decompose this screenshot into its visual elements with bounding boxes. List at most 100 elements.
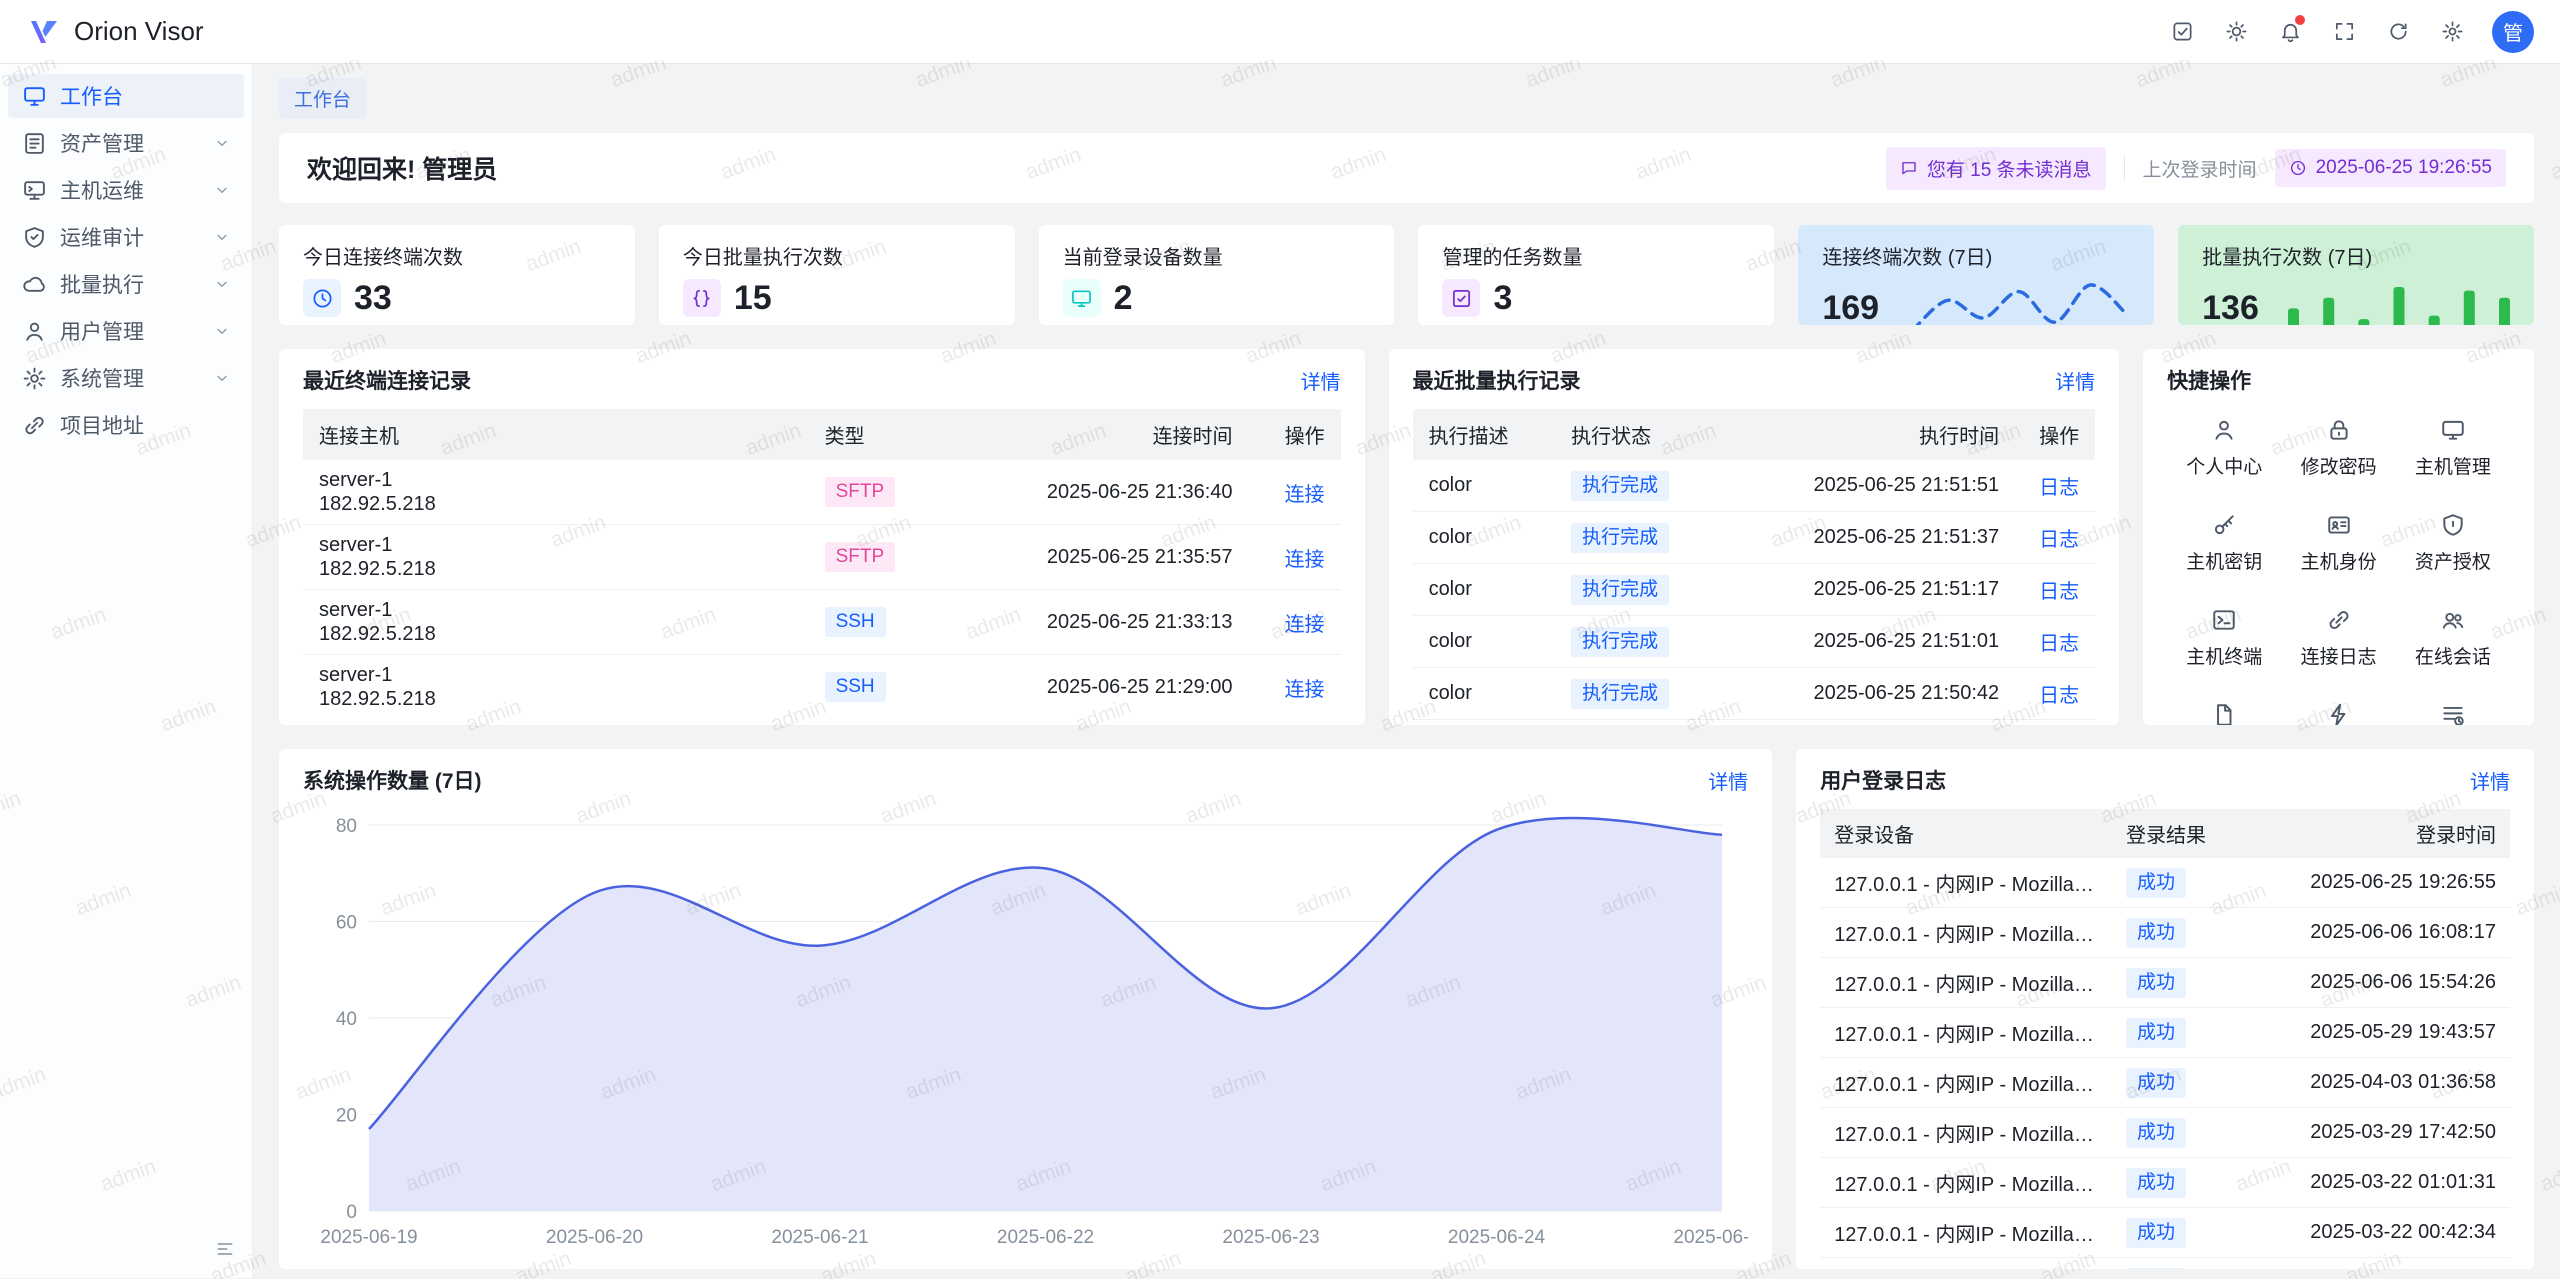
stat-card: 今日连接终端次数 33 [279,225,635,325]
key-icon [2211,512,2237,538]
table-row: 127.0.0.1 - 内网IP - Mozilla/5.0 (Windows … [1820,1008,2510,1058]
host-ops-icon [22,178,47,203]
quick-op-item[interactable]: 命令执行 [2281,702,2395,725]
quick-op-item[interactable]: 主机终端 [2167,607,2281,669]
result-tag: 成功 [2126,1068,2186,1098]
sidebar-item[interactable]: 项目地址 [8,403,244,447]
status-tag: 执行完成 [1571,679,1669,709]
host-ip: 182.92.5.218 [319,687,793,711]
quick-op-item[interactable]: 执行日志 [2396,702,2510,725]
sidebar-item[interactable]: 批量执行 [8,262,244,306]
recent-terminal-card: 最近终端连接记录 详情 连接主机 类型 连接时间 操作 [279,349,1365,725]
svg-text:2025-06-25: 2025-06-25 [1673,1227,1748,1248]
table-row: server-1 182.92.5.218 SSH 2025-06-25 21:… [303,655,1341,720]
sidebar-collapse-button[interactable] [210,1234,240,1264]
quick-op-item[interactable]: 修改密码 [2281,417,2395,479]
terminal-table: 连接主机 类型 连接时间 操作 server-1 182.92.5.218 [303,409,1341,719]
user-group-icon [2440,607,2466,633]
login-time: 2025-03-29 17:42:50 [2262,1108,2510,1158]
sun-icon [2225,20,2248,43]
assets-icon [22,131,47,156]
login-detail-link[interactable]: 详情 [2470,766,2510,795]
check-square-button[interactable] [2160,10,2204,54]
sidebar-item[interactable]: 主机运维 [8,168,244,212]
login-device: 127.0.0.1 - 内网IP - Mozilla/5.0 (Windows … [1820,1208,2112,1258]
check-square-icon [2171,20,2194,43]
batch-detail-link[interactable]: 详情 [2055,366,2095,395]
sidebar-item[interactable]: 工作台 [8,74,244,118]
stat-value: 15 [734,281,772,315]
exec-desc: color [1413,668,1556,720]
welcome-title: 欢迎回来! 管理员 [307,150,497,186]
terminal-detail-link[interactable]: 详情 [1301,366,1341,395]
sidebar-item[interactable]: 资产管理 [8,121,244,165]
stat-card-terminal-7d: 连接终端次数 (7日) 169 [1798,225,2154,325]
exec-desc: color [1413,720,1556,726]
quick-op-item[interactable]: 连接日志 [2281,607,2395,669]
log-link[interactable]: 日志 [2039,529,2079,551]
settings-button[interactable] [2430,10,2474,54]
breadcrumb: 工作台 [279,78,2534,119]
sidebar-item[interactable]: 系统管理 [8,356,244,400]
col-header: 连接时间 [949,409,1249,460]
sidebar-item-label: 项目地址 [60,410,144,440]
sidebar-item[interactable]: 运维审计 [8,215,244,259]
quick-op-item[interactable]: 主机密钥 [2167,512,2281,574]
connect-link[interactable]: 连接 [1285,679,1325,701]
table-header-row: 连接主机 类型 连接时间 操作 [303,409,1341,460]
quick-op-item[interactable]: 主机身份 [2281,512,2395,574]
exec-desc: color [1413,616,1556,668]
exec-desc: color [1413,512,1556,564]
quick-op-label: 修改密码 [2301,452,2377,479]
theme-toggle-button[interactable] [2214,10,2258,54]
col-header: 连接主机 [303,409,809,460]
login-time: 2025-03-22 00:42:34 [2262,1208,2510,1258]
stat-label: 当前登录设备数量 [1063,241,1371,270]
sidebar-item[interactable]: 用户管理 [8,309,244,353]
quick-op-item[interactable]: 主机管理 [2396,417,2510,479]
quick-op-item[interactable]: 个人中心 [2167,417,2281,479]
ops-chart-detail-link[interactable]: 详情 [1708,766,1748,795]
message-icon [1900,159,1918,177]
log-link[interactable]: 日志 [2039,477,2079,499]
lock-icon [2326,417,2352,443]
log-link[interactable]: 日志 [2039,581,2079,603]
table-row: color 执行完成 2025-06-25 21:50:10 日志 [1413,720,2096,726]
result-tag: 成功 [2126,1168,2186,1198]
quick-op-item[interactable]: 文件操作日志 [2167,702,2281,725]
user-avatar[interactable]: 管 [2492,11,2534,53]
quick-op-item[interactable]: 资产授权 [2396,512,2510,574]
notifications-button[interactable] [2268,10,2312,54]
login-table: 登录设备 登录结果 登录时间 127.0.0.1 - 内网IP - Mozill… [1820,809,2510,1269]
log-link[interactable]: 日志 [2039,685,2079,707]
unread-messages-badge[interactable]: 您有 15 条未读消息 [1886,147,2106,190]
last-login-label: 上次登录时间 [2143,155,2257,182]
login-time: 2025-06-06 16:08:17 [2262,908,2510,958]
connect-time: 2025-06-25 21:33:13 [949,590,1249,655]
fullscreen-button[interactable] [2322,10,2366,54]
breadcrumb-workbench[interactable]: 工作台 [279,78,366,119]
card-title: 快捷操作 [2167,365,2251,395]
brand: Orion Visor [26,14,204,50]
batch-exec-icon [22,272,47,297]
connect-link[interactable]: 连接 [1285,549,1325,571]
bolt-icon [2326,702,2352,725]
exec-desc: color [1413,564,1556,616]
sidebar-item-label: 用户管理 [60,316,144,346]
login-log-card: 用户登录日志 详情 登录设备 登录结果 登录时间 127.0.0.1 - 内网I… [1796,749,2534,1269]
table-row: 127.0.0.1 - 内网IP - Mozilla/5.0 (Windows … [1820,1208,2510,1258]
status-tag: 执行完成 [1571,471,1669,501]
table-row: color 执行完成 2025-06-25 21:51:51 日志 [1413,460,2096,512]
log-link[interactable]: 日志 [2039,633,2079,655]
connect-link[interactable]: 连接 [1285,484,1325,506]
table-row: 127.0.0.1 - 内网IP - Mozilla/5.0 (Windows … [1820,1158,2510,1208]
users-icon [22,319,47,344]
refresh-button[interactable] [2376,10,2420,54]
connect-link[interactable]: 连接 [1285,614,1325,636]
clock-icon [2289,159,2307,177]
exec-time: 2025-06-25 21:51:37 [1725,512,2015,564]
sidebar-item-label: 运维审计 [60,222,144,252]
app-logo-icon [26,14,62,50]
quick-op-item[interactable]: 在线会话 [2396,607,2510,669]
result-tag: 成功 [2126,968,2186,998]
